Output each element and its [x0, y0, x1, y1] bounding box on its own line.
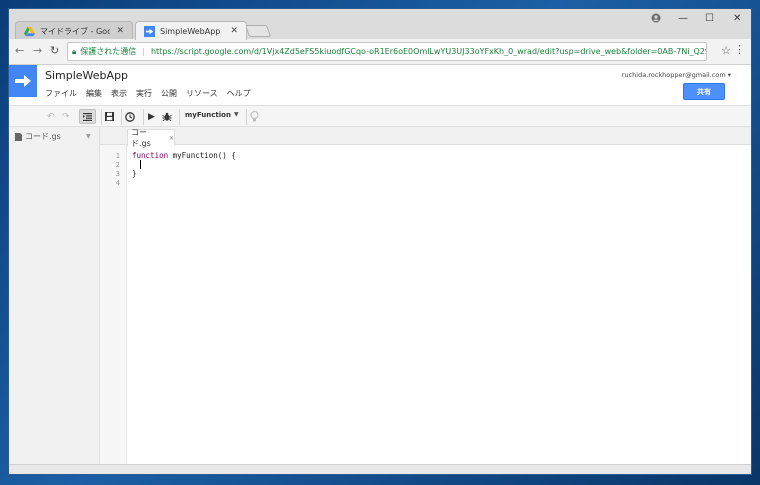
account-email-text: ruchida.rockhopper@gmail.com	[621, 71, 726, 79]
line-number-gutter: 1 2 3 4	[100, 145, 127, 464]
save-icon[interactable]	[105, 109, 114, 124]
tab-strip: マイドライブ - Google ドライブ ✕ SimpleWebApp ✕ — …	[9, 9, 751, 40]
function-select[interactable]: myFunction	[185, 111, 231, 119]
line-number: 1	[115, 152, 120, 160]
project-title[interactable]: SimpleWebApp	[45, 69, 128, 82]
tab-title: SimpleWebApp	[160, 26, 221, 36]
menu-run[interactable]: 実行	[136, 88, 152, 99]
account-email[interactable]: ruchida.rockhopper@gmail.com ▾	[622, 71, 731, 79]
lightbulb-icon[interactable]	[250, 109, 259, 124]
menu-edit[interactable]: 編集	[86, 88, 102, 99]
file-sidebar: コード.gs ▼	[9, 127, 100, 464]
run-play-icon[interactable]: ▶	[148, 109, 155, 124]
close-tab-icon[interactable]: ✕	[116, 26, 124, 36]
code-text: myFunction() {	[168, 151, 236, 160]
editor-tab-bar: コード.gs ✕	[100, 127, 751, 148]
bookmark-star-icon[interactable]: ☆	[721, 44, 731, 57]
new-tab-button[interactable]	[244, 25, 272, 37]
toolbar: ↶ ↷ ▶ myFunction ▼	[9, 105, 751, 127]
lock-icon: 🔒︎	[72, 46, 77, 56]
google-drive-icon	[24, 26, 35, 36]
file-icon	[15, 132, 22, 141]
app-header: SimpleWebApp ファイル 編集 表示 実行 公開 リソース ヘルプ r…	[9, 65, 751, 105]
status-bar	[9, 464, 751, 474]
indent-toggle-icon[interactable]	[79, 109, 96, 124]
chevron-down-icon[interactable]: ▼	[234, 111, 239, 118]
menu-bar: ファイル 編集 表示 実行 公開 リソース ヘルプ	[45, 88, 251, 99]
toolbar-separator	[179, 109, 180, 125]
menu-help[interactable]: ヘルプ	[227, 88, 251, 99]
file-item-code-gs[interactable]: コード.gs	[15, 131, 61, 142]
editor-tab-label: コード.gs	[131, 128, 151, 148]
line-number: 2	[115, 161, 120, 169]
apps-script-logo-icon[interactable]	[9, 65, 37, 97]
address-bar[interactable]: 🔒︎ 保護された通信 | https://script.google.com/d…	[67, 42, 707, 61]
maximize-icon[interactable]: ☐	[705, 13, 714, 24]
menu-file[interactable]: ファイル	[45, 88, 77, 99]
line-number: 3	[115, 170, 120, 178]
forward-icon[interactable]: →	[33, 44, 42, 57]
toolbar-separator	[143, 109, 144, 125]
share-button[interactable]: 共有	[683, 83, 725, 100]
code-line: }	[132, 169, 137, 178]
file-menu-chevron-icon[interactable]: ▼	[86, 133, 91, 140]
text-cursor	[140, 160, 141, 169]
url-separator: |	[142, 47, 145, 56]
debug-bug-icon[interactable]	[162, 109, 172, 124]
code-text: }	[132, 169, 137, 178]
menu-publish[interactable]: 公開	[161, 88, 177, 99]
back-icon[interactable]: ←	[15, 44, 24, 57]
code-keyword: function	[132, 151, 169, 160]
tab-simplewebapp[interactable]: SimpleWebApp ✕	[135, 21, 247, 40]
minimize-icon[interactable]: —	[678, 13, 688, 24]
menu-kebab-icon[interactable]: ⋮	[734, 43, 745, 56]
menu-view[interactable]: 表示	[111, 88, 127, 99]
toolbar-separator	[246, 109, 247, 125]
profile-icon[interactable]	[651, 13, 661, 26]
reload-icon[interactable]: ↻	[50, 44, 59, 57]
menu-resources[interactable]: リソース	[186, 88, 218, 99]
tab-title: マイドライブ - Google ドライブ	[40, 26, 111, 36]
redo-icon[interactable]: ↷	[62, 109, 70, 124]
file-name: コード.gs	[25, 132, 61, 141]
toolbar-separator	[121, 109, 122, 125]
secure-label: 保護された通信	[80, 47, 137, 56]
toolbar-separator	[101, 109, 102, 125]
code-line: function myFunction() {	[132, 151, 236, 160]
apps-script-arrow-icon	[144, 25, 155, 37]
tab-google-drive[interactable]: マイドライブ - Google ドライブ ✕	[15, 21, 133, 40]
close-tab-icon[interactable]: ✕	[230, 26, 238, 36]
close-window-icon[interactable]: ✕	[733, 13, 741, 24]
triggers-clock-icon[interactable]	[125, 109, 135, 124]
close-icon[interactable]: ✕	[169, 135, 174, 142]
undo-icon[interactable]: ↶	[47, 109, 55, 124]
url-text: https://script.google.com/d/1Vjx4Zd5eFS5…	[150, 47, 706, 56]
browser-window: マイドライブ - Google ドライブ ✕ SimpleWebApp ✕ — …	[8, 8, 752, 475]
line-number: 4	[115, 179, 120, 187]
editor-tab-code-gs[interactable]: コード.gs ✕	[127, 128, 175, 148]
chevron-down-icon: ▾	[727, 71, 731, 79]
address-bar-row: ← → ↻ 🔒︎ 保護された通信 | https://script.google…	[9, 39, 751, 65]
